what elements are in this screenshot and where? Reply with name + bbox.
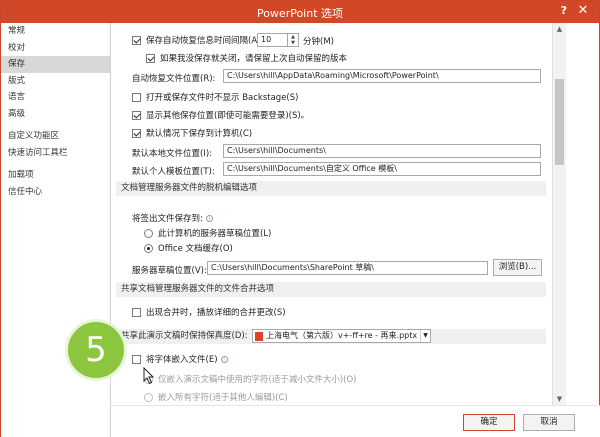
show-more-row: 显示其他保存位置(即使可能需要登录)(S)。 [132, 109, 309, 121]
default-computer-checkbox[interactable] [132, 128, 141, 138]
no-backstage-label: 打开或保存文件时不显示 Backstage(S) [146, 93, 299, 103]
autorecover-minutes-input[interactable]: 10 [257, 33, 288, 47]
office-cache-option: Office 文档缓存(O) [144, 242, 233, 254]
embed-used-label: 仅嵌入演示文稿中使用的字符(适于减小文件大小)(O) [158, 375, 357, 385]
keep-last-row: 如果我没保存就关闭，请保留上次自动保留的版本 [146, 52, 347, 64]
dialog-footer: 确定 取消 [111, 405, 600, 437]
no-backstage-checkbox[interactable] [132, 92, 141, 102]
sidebar-item-proofing[interactable]: 校对 [1, 40, 110, 57]
info-icon: i [205, 214, 213, 222]
autorecover-path-input[interactable]: C:\Users\hill\AppData\Roaming\Microsoft\… [223, 69, 541, 83]
embed-all-option: 嵌入所有字符(适于其他人编辑)(C) [144, 391, 288, 403]
scrollbar-thumb[interactable] [555, 79, 564, 165]
show-changes-checkbox[interactable] [132, 307, 141, 317]
mouse-cursor-icon [143, 367, 155, 385]
sidebar-item-trust-center[interactable]: 信任中心 [1, 184, 110, 201]
save-options-panel: 保存自动恢复信息时间间隔(A) 10 ▲ ▼ 分钟(M) 如果我没保存就关闭，请保… [116, 23, 551, 405]
minutes-label: 分钟(M) [303, 37, 334, 47]
drafts-path-input[interactable]: C:\Users\hill\Documents\SharePoint 草稿\ [207, 261, 488, 275]
sidebar-item-general[interactable]: 常规 [1, 23, 110, 40]
keep-last-label: 如果我没保存就关闭，请保留上次自动保留的版本 [160, 54, 348, 64]
embed-all-label: 嵌入所有字符(适于其他人编辑)(C) [158, 393, 288, 403]
embed-used-option: 仅嵌入演示文稿中使用的字符(适于减小文件大小)(O) [144, 373, 356, 385]
drafts-path-label: 服务器草稿位置(V): [132, 266, 207, 276]
keep-last-checkbox[interactable] [146, 53, 155, 63]
ok-button[interactable]: 确定 [463, 414, 515, 431]
autorecover-checkbox[interactable] [132, 35, 141, 45]
server-drafts-radio[interactable] [144, 228, 153, 238]
show-changes-row: 出现合并时，播放详细的合并更改(S) [132, 306, 286, 318]
local-path-row: 默认本地文件位置(I): [132, 147, 212, 159]
browse-button[interactable]: 浏览(B)... [493, 259, 542, 276]
sidebar-item-layout[interactable]: 版式 [1, 73, 110, 90]
server-drafts-option: 此计算机的服务器草稿位置(L) [144, 227, 271, 239]
embed-fonts-label: 将字体嵌入文件(E) [146, 355, 218, 365]
embed-fonts-checkbox[interactable] [132, 354, 141, 364]
template-path-label: 默认个人模板位置(T): [132, 167, 215, 177]
minutes-unit: 分钟(M) [303, 35, 334, 47]
office-cache-label: Office 文档缓存(O) [158, 244, 233, 254]
embed-fonts-row: 将字体嵌入文件(E) i [132, 353, 228, 365]
checkout-row: 将签出文件保存到: i [132, 212, 213, 224]
sidebar-item-add-ins[interactable]: 加载项 [1, 167, 110, 184]
sidebar-item-quick-access-toolbar[interactable]: 快速访问工具栏 [1, 145, 110, 162]
server-drafts-label: 此计算机的服务器草稿位置(L) [158, 229, 272, 239]
powerpoint-file-icon [255, 331, 263, 341]
template-path-row: 默认个人模板位置(T): [132, 165, 215, 177]
cancel-button[interactable]: 取消 [523, 414, 575, 431]
template-path-input[interactable]: C:\Users\hill\Documents\自定义 Office 模板\ [223, 162, 541, 176]
sidebar-item-language[interactable]: 语言 [1, 89, 110, 106]
sidebar-item-customize-ribbon[interactable]: 自定义功能区 [1, 128, 110, 145]
office-cache-radio[interactable] [144, 243, 153, 253]
show-more-label: 显示其他保存位置(即使可能需要登录)(S)。 [146, 111, 310, 121]
default-computer-label: 默认情况下保存到计算机(C) [146, 129, 253, 139]
sidebar-item-advanced[interactable]: 高级 [1, 106, 110, 123]
info-icon: i [220, 355, 228, 363]
presentation-select[interactable]: 上海电气（第六版）v+-ff+re - 再来.pptx ▼ [252, 329, 431, 343]
embed-all-radio[interactable] [144, 392, 153, 402]
scroll-down-icon[interactable]: ▼ [553, 393, 566, 405]
sidebar-item-save[interactable]: 保存 [1, 56, 110, 73]
presentation-name: 上海电气（第六版）v+-ff+re - 再来.pptx [266, 331, 418, 340]
drafts-path-row: 服务器草稿位置(V): [132, 264, 207, 276]
show-changes-label: 出现合并时，播放详细的合并更改(S) [146, 308, 286, 318]
title-bar: PowerPoint 选项 ? ✕ [1, 1, 599, 23]
autorecover-path-row: 自动恢复文件位置(R): [132, 72, 215, 84]
minutes-stepper[interactable]: ▲ ▼ [288, 33, 299, 47]
close-icon[interactable]: ✕ [573, 3, 593, 19]
local-path-label: 默认本地文件位置(I): [132, 149, 213, 159]
show-more-checkbox[interactable] [132, 110, 141, 120]
scroll-up-icon[interactable]: ▲ [553, 23, 566, 35]
chevron-down-icon: ▼ [420, 330, 430, 342]
merge-section-header: 共享文档管理服务器文件的文件合并选项 [116, 282, 546, 297]
no-backstage-row: 打开或保存文件时不显示 Backstage(S) [132, 91, 298, 103]
default-computer-row: 默认情况下保存到计算机(C) [132, 127, 252, 139]
step-number-badge: 5 [68, 322, 124, 378]
checkout-label: 将签出文件保存到: [132, 214, 203, 224]
autorecover-path-label: 自动恢复文件位置(R): [132, 74, 216, 84]
dialog-title: PowerPoint 选项 [256, 7, 344, 20]
vertical-scrollbar[interactable]: ▲ ▼ [552, 23, 566, 405]
offline-section-header: 文档管理服务器文件的脱机编辑选项 [116, 181, 546, 196]
autorecover-row: 保存自动恢复信息时间间隔(A) [132, 34, 260, 46]
autorecover-label: 保存自动恢复信息时间间隔(A) [146, 36, 261, 46]
local-path-input[interactable]: C:\Users\hill\Documents\ [223, 144, 541, 158]
help-icon[interactable]: ? [561, 4, 567, 17]
